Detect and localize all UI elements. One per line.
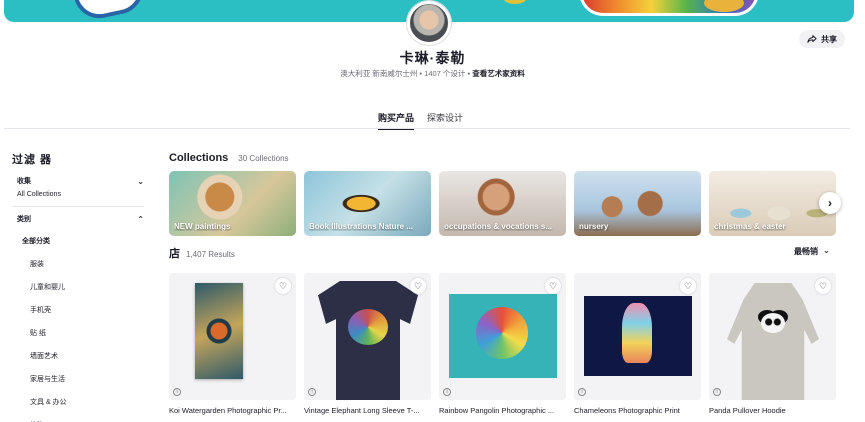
heart-icon[interactable]: ♡	[275, 278, 291, 294]
collection-card[interactable]: christmas & easter	[709, 171, 836, 236]
product-card[interactable]: ♡ i Vintage Elephant Long Sleeve T-...	[304, 273, 431, 415]
chevron-down-icon: ⌄	[823, 246, 830, 255]
shop-header: 店 1,407 Results	[169, 245, 235, 261]
filters-title: 过滤 器	[12, 154, 53, 166]
collections-count: 30 Collections	[238, 154, 289, 163]
product-grid: ♡ i Koi Watergarden Photographic Pr... ♡…	[169, 273, 836, 415]
artist-location: 澳大利亚 新南威尔士州	[340, 69, 418, 78]
sort-label: 最畅销	[794, 247, 818, 256]
collections-carousel: NEW paintings Book Illustrations Nature …	[169, 171, 836, 236]
product-name[interactable]: Vintage Elephant Long Sleeve T-...	[304, 406, 431, 415]
info-icon[interactable]: i	[173, 388, 181, 396]
pangolin-print-art	[476, 307, 528, 359]
banner-art-mid	[504, 0, 526, 4]
collection-card[interactable]: Book Illustrations Nature ...	[304, 171, 431, 236]
category-item[interactable]: 儿童和婴儿	[12, 282, 144, 292]
artist-meta: 澳大利亚 新南威尔士州 • 1407 个设计 • 查看艺术家资料	[0, 68, 865, 79]
collection-label: NEW paintings	[174, 222, 231, 231]
category-item[interactable]: 贴 纸	[12, 328, 144, 338]
filter-group-category[interactable]: 类别 ⌃	[12, 214, 144, 224]
info-icon[interactable]: i	[443, 388, 451, 396]
category-item[interactable]: 文具 & 办公	[12, 397, 144, 407]
koi-print-art	[195, 283, 243, 379]
filter-collection-value[interactable]: All Collections	[12, 191, 144, 198]
collection-label: Book Illustrations Nature ...	[309, 222, 414, 231]
chameleon-print-art	[622, 303, 652, 363]
product-card[interactable]: ♡ i Panda Pullover Hoodie	[709, 273, 836, 415]
category-item[interactable]: 服装	[12, 259, 144, 269]
filter-group-collection[interactable]: 收集 ⌄	[12, 176, 144, 186]
elephant-print-art	[348, 309, 388, 345]
meta-separator: •	[467, 69, 471, 78]
filters-sidebar: 收集 ⌄ All Collections 类别 ⌃ 全部分类 服装 儿童和婴儿 …	[12, 176, 144, 422]
product-name[interactable]: Koi Watergarden Photographic Pr...	[169, 406, 296, 415]
heart-icon[interactable]: ♡	[815, 278, 831, 294]
product-name[interactable]: Chameleons Photographic Print	[574, 406, 701, 415]
artist-design-count: 1407 个设计	[424, 69, 466, 78]
collections-title: Collections	[169, 152, 229, 164]
product-image[interactable]: ♡ i	[304, 273, 431, 400]
chevron-right-icon: ›	[828, 196, 832, 210]
product-image[interactable]: ♡ i	[574, 273, 701, 400]
artist-avatar[interactable]	[407, 1, 451, 45]
product-image[interactable]: ♡ i	[709, 273, 836, 400]
artist-bio-link[interactable]: 查看艺术家资料	[472, 69, 525, 78]
info-icon[interactable]: i	[578, 388, 586, 396]
sort-dropdown[interactable]: 最畅销 ⌄	[794, 246, 830, 257]
product-image[interactable]: ♡ i	[169, 273, 296, 400]
panda-print-art	[761, 313, 785, 333]
collection-label: christmas & easter	[714, 222, 786, 231]
collection-label: occupations & vocations s...	[444, 222, 553, 231]
chevron-down-icon: ⌄	[137, 176, 144, 186]
carousel-next-button[interactable]: ›	[819, 192, 841, 214]
tabs-divider	[4, 128, 850, 129]
product-name[interactable]: Panda Pullover Hoodie	[709, 406, 836, 415]
filter-group-label: 类别	[17, 216, 31, 223]
product-name[interactable]: Rainbow Pangolin Photographic ...	[439, 406, 566, 415]
artist-name: 卡琳·泰勒	[399, 50, 466, 66]
filter-group-label: 收集	[17, 178, 31, 185]
collection-label: nursery	[579, 222, 609, 231]
heart-icon[interactable]: ♡	[680, 278, 696, 294]
product-card[interactable]: ♡ i Rainbow Pangolin Photographic ...	[439, 273, 566, 415]
share-label: 共享	[821, 34, 837, 44]
category-item[interactable]: 墙面艺术	[12, 351, 144, 361]
category-item[interactable]: 手机壳	[12, 305, 144, 315]
info-icon[interactable]: i	[308, 388, 316, 396]
category-all[interactable]: 全部分类	[12, 236, 144, 246]
info-icon[interactable]: i	[713, 388, 721, 396]
banner-art-left	[74, 0, 148, 22]
heart-icon[interactable]: ♡	[410, 278, 426, 294]
product-image[interactable]: ♡ i	[439, 273, 566, 400]
chevron-up-icon: ⌃	[137, 214, 144, 224]
heart-icon[interactable]: ♡	[545, 278, 561, 294]
shop-title: 店	[169, 248, 180, 260]
category-item[interactable]: 家居与生活	[12, 374, 144, 384]
product-card[interactable]: ♡ i Koi Watergarden Photographic Pr...	[169, 273, 296, 415]
collection-card[interactable]: nursery	[574, 171, 701, 236]
share-button[interactable]: 共享	[799, 30, 845, 48]
share-arrow-icon	[807, 35, 817, 43]
shop-results-count: 1,407 Results	[186, 250, 235, 259]
hoodie-art	[727, 283, 819, 400]
collections-header: Collections 30 Collections	[169, 152, 289, 164]
product-card[interactable]: ♡ i Chameleons Photographic Print	[574, 273, 701, 415]
collection-card[interactable]: NEW paintings	[169, 171, 296, 236]
meta-separator: •	[419, 69, 423, 78]
divider	[12, 206, 144, 207]
collection-card[interactable]: occupations & vocations s...	[439, 171, 566, 236]
